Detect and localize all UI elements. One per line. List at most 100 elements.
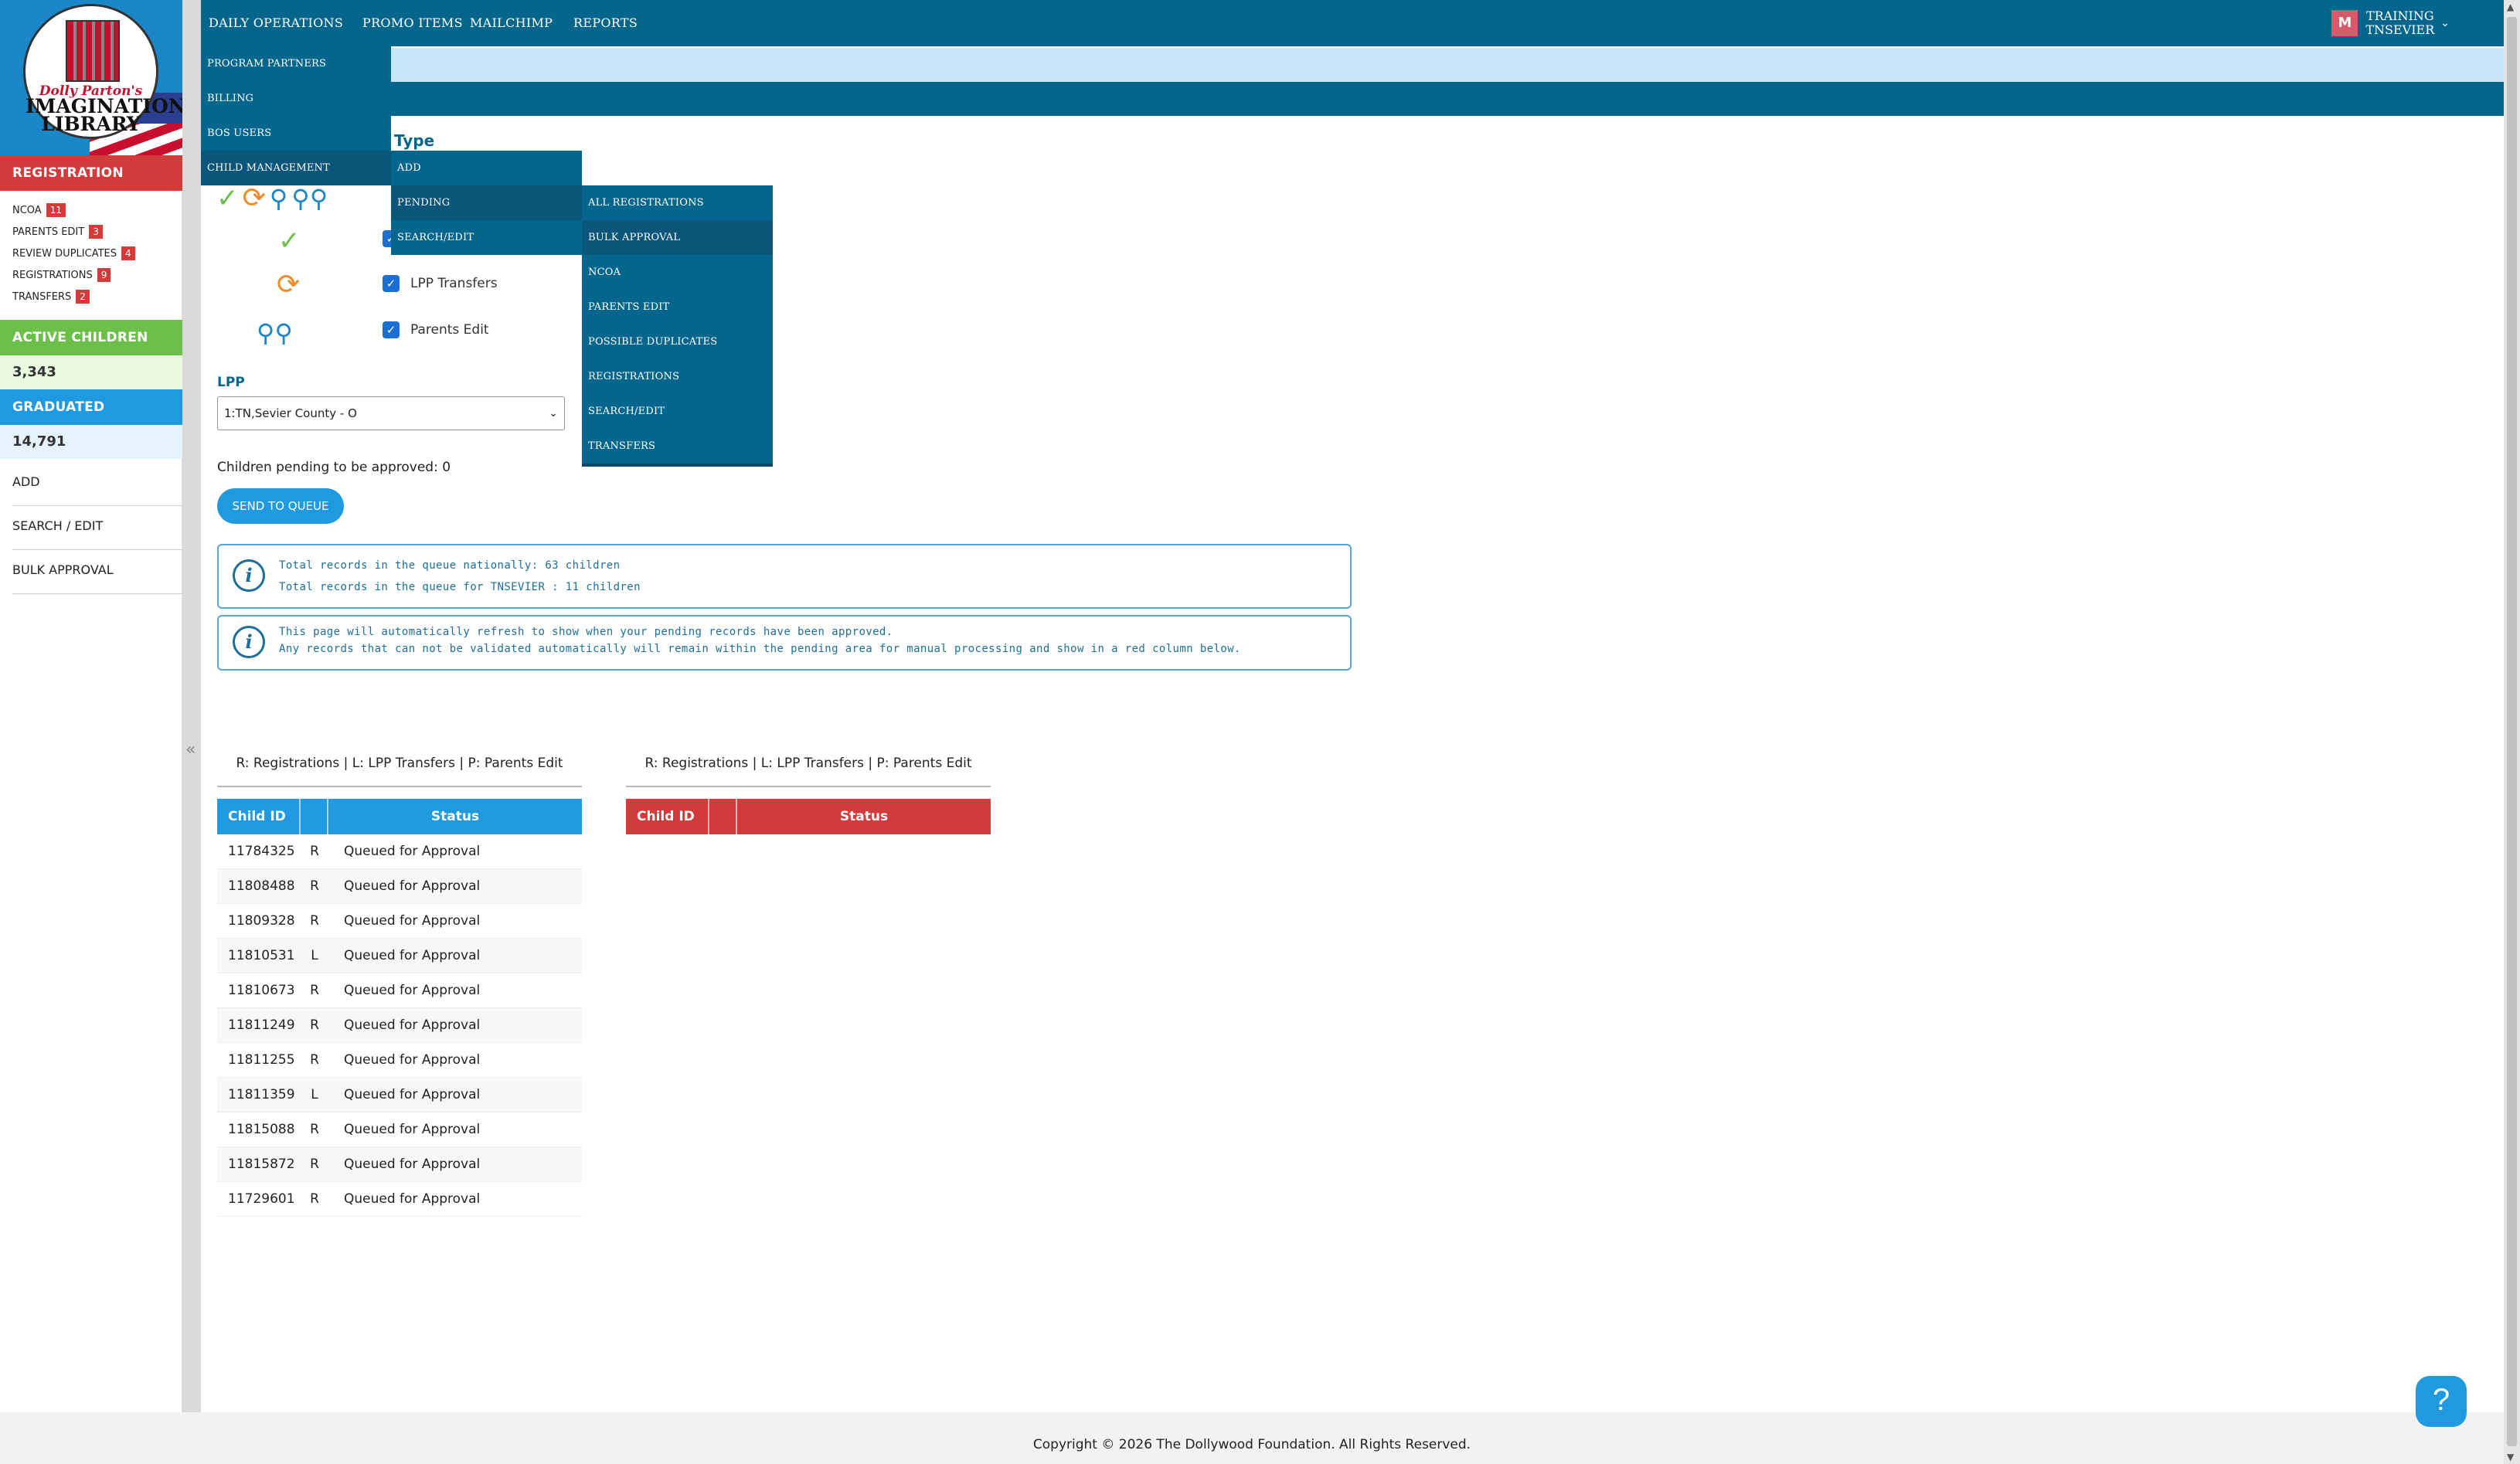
option-label: LPP Transfers: [410, 276, 498, 291]
menu-item-transfers[interactable]: TRANSFERS: [582, 429, 773, 464]
menu-item-ncoa[interactable]: NCOA: [582, 255, 773, 290]
queued-table-body: 11784325 R Queued for Approval 11808488 R Que…: [217, 834, 582, 1217]
logo-building-graphic: [66, 20, 120, 82]
queued-table-header: Child ID Status: [217, 799, 582, 834]
cell-child-id: 11815088: [228, 1122, 295, 1137]
imagination-library-logo[interactable]: Dolly Parton's IMAGINATION LIBRARY: [0, 0, 182, 158]
lpp-label: LPP: [217, 375, 245, 390]
help-button[interactable]: ?: [2416, 1376, 2467, 1427]
menu-item-billing[interactable]: BILLING: [201, 81, 391, 116]
menu-item-add[interactable]: ADD: [391, 151, 582, 185]
queued-table: Child ID Status 11784325 R Queued for Appr…: [217, 799, 582, 1217]
nav-reports[interactable]: REPORTS: [573, 0, 638, 46]
lpp-select[interactable]: 1:TN,Sevier County - O ⌄: [217, 396, 565, 430]
cell-child-id: 11811255: [228, 1052, 295, 1068]
table-row: 11811359 L Queued for Approval: [217, 1078, 582, 1112]
menu-item-program-partners[interactable]: PROGRAM PARTNERS: [201, 46, 391, 81]
cell-child-id: 11811249: [228, 1017, 295, 1033]
menu-item-child-management[interactable]: CHILD MANAGEMENT: [201, 151, 391, 185]
sidebar-links: ADD SEARCH / EDIT BULK APPROVAL: [12, 462, 182, 594]
alert-count-badge: 11: [46, 203, 66, 217]
table-row: 11729601 R Queued for Approval: [217, 1182, 582, 1217]
checkbox[interactable]: ✓: [383, 321, 400, 338]
sidebar: Dolly Parton's IMAGINATION LIBRARY REGIS…: [0, 0, 182, 1412]
lpp-selected-value: 1:TN,Sevier County - O: [224, 406, 357, 420]
queue-info-box: i Total records in the queue nationally:…: [217, 544, 1352, 609]
menu-item-bulk-approval[interactable]: BULK APPROVAL: [582, 220, 773, 255]
sidebar-collapse-bar[interactable]: «: [182, 0, 201, 1412]
alert-ncoa[interactable]: NCOA 11: [12, 199, 135, 221]
alert-count-badge: 4: [121, 246, 135, 260]
cell-type: L: [311, 948, 318, 963]
table-row: 11784325 R Queued for Approval: [217, 834, 582, 869]
parents-edit-option[interactable]: ✓ Parents Edit: [383, 321, 489, 338]
sidebar-link-bulk-approval[interactable]: BULK APPROVAL: [12, 550, 182, 594]
menu-item-registrations[interactable]: REGISTRATIONS: [582, 359, 773, 394]
queue-national-text: Total records in the queue nationally: 6…: [279, 559, 621, 572]
menu-item-search-edit[interactable]: SEARCH/EDIT: [391, 220, 582, 255]
send-to-queue-button[interactable]: SEND TO QUEUE: [217, 488, 344, 524]
page-title: VAL: [201, 82, 2504, 116]
user-org: TNSEVIER: [2365, 22, 2435, 37]
alert-parents-edit[interactable]: PARENTS EDIT 3: [12, 221, 135, 243]
info-icon: i: [233, 626, 265, 658]
menu-item-bos-users[interactable]: BOS USERS: [201, 116, 391, 151]
scrollbar-thumb[interactable]: [2507, 17, 2517, 1446]
collapse-chevron-icon[interactable]: «: [185, 740, 196, 759]
col-child-id[interactable]: Child ID: [217, 799, 301, 834]
nav-daily-operations[interactable]: DAILY OPERATIONS: [209, 0, 343, 46]
cell-child-id: 11815872: [228, 1157, 295, 1172]
failed-table-header: Child ID Status: [626, 799, 991, 834]
menu-item-all-registrations[interactable]: ALL REGISTRATIONS: [582, 185, 773, 220]
pending-menu: ALL REGISTRATIONS BULK APPROVAL NCOA PAR…: [582, 185, 773, 467]
logo-text-line2: IMAGINATION LIBRARY: [26, 95, 182, 135]
sidebar-link-add[interactable]: ADD: [12, 462, 182, 506]
alert-count-badge: 9: [97, 268, 111, 282]
family-icon: ⚲⚲: [291, 184, 328, 213]
icon-parents-edit: ⚲⚲: [257, 318, 293, 348]
alert-label: PARENTS EDIT: [12, 226, 85, 238]
graduated-header: GRADUATED: [0, 389, 182, 425]
cell-status: Queued for Approval: [344, 983, 481, 998]
nav-mailchimp[interactable]: MAILCHIMP: [470, 0, 553, 46]
col-child-id[interactable]: Child ID: [626, 799, 709, 834]
user-menu[interactable]: M TRAINING TNSEVIER ⌄: [2331, 8, 2450, 39]
cell-child-id: 11810673: [228, 983, 295, 998]
menu-item-pending[interactable]: PENDING: [391, 185, 582, 220]
lpp-transfers-option[interactable]: ✓ LPP Transfers: [383, 275, 498, 292]
cell-status: Queued for Approval: [344, 1087, 481, 1102]
chevron-down-icon[interactable]: ⌄: [2440, 17, 2450, 29]
cell-type: R: [310, 1191, 319, 1207]
alert-transfers[interactable]: TRANSFERS 2: [12, 286, 135, 307]
col-status[interactable]: Status: [328, 799, 582, 834]
alert-label: REVIEW DUPLICATES: [12, 247, 117, 260]
alert-label: NCOA: [12, 204, 42, 216]
scroll-down-icon[interactable]: ▼: [2507, 1452, 2514, 1462]
cell-child-id: 11809328: [228, 913, 295, 929]
child-management-menu: ADD PENDING SEARCH/EDIT: [391, 151, 582, 255]
alert-registrations[interactable]: REGISTRATIONS 9: [12, 264, 135, 286]
checkmark-icon: ✓: [278, 226, 301, 256]
alert-review-duplicates[interactable]: REVIEW DUPLICATES 4: [12, 243, 135, 264]
table-row: 11811249 R Queued for Approval: [217, 1008, 582, 1043]
menu-item-search-edit[interactable]: SEARCH/EDIT: [582, 394, 773, 429]
alert-count-badge: 3: [89, 225, 103, 239]
cell-child-id: 11810531: [228, 948, 295, 963]
table-row: 11815872 R Queued for Approval: [217, 1147, 582, 1182]
nav-promo-items[interactable]: PROMO ITEMS: [362, 0, 463, 46]
sidebar-link-search-edit[interactable]: SEARCH / EDIT: [12, 506, 182, 550]
menu-item-possible-duplicates[interactable]: POSSIBLE DUPLICATES: [582, 324, 773, 359]
type-label: Type: [394, 131, 435, 150]
scroll-up-icon[interactable]: ▲: [2507, 2, 2514, 12]
table-row: 11811255 R Queued for Approval: [217, 1043, 582, 1078]
icons-row-all: ✓ ⟳ ⚲ ⚲⚲: [216, 182, 328, 214]
menu-item-parents-edit[interactable]: PARENTS EDIT: [582, 290, 773, 324]
cell-type: R: [310, 844, 319, 859]
checkbox[interactable]: ✓: [383, 275, 400, 292]
family-icon: ⚲⚲: [257, 318, 293, 348]
logo-medallion: Dolly Parton's IMAGINATION LIBRARY: [23, 4, 182, 139]
col-status[interactable]: Status: [737, 799, 991, 834]
registration-alerts-header: REGISTRATION ALERTS: [0, 155, 182, 216]
user-name: TRAINING: [2365, 8, 2434, 23]
page-scrollbar[interactable]: ▲ ▼: [2504, 0, 2520, 1464]
